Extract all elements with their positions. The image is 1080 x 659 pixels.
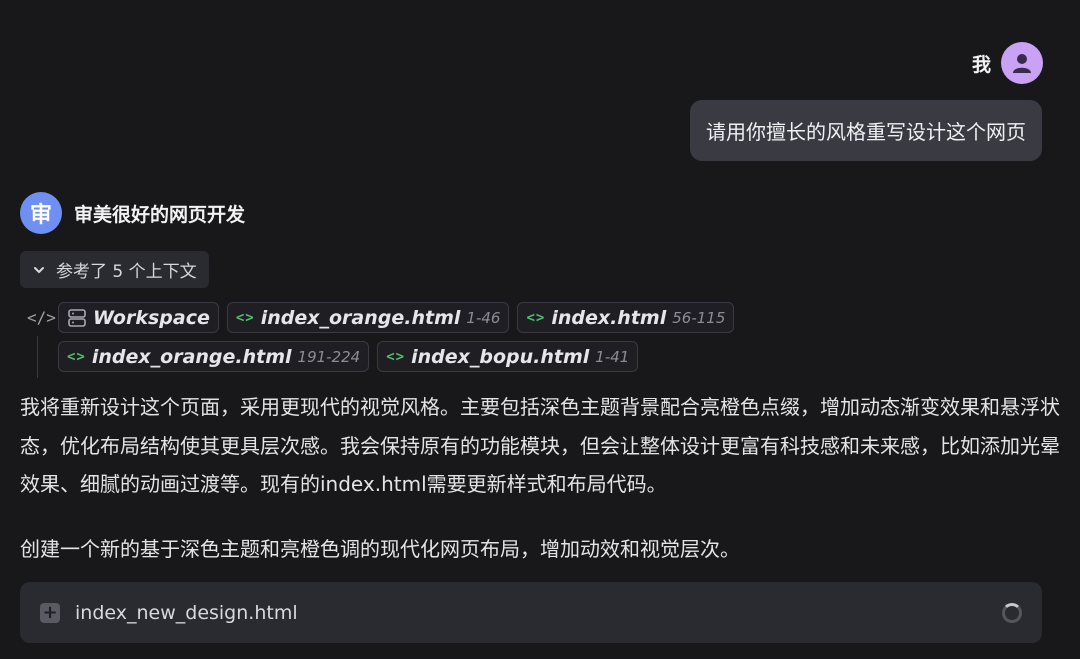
reference-chip[interactable]: <> index_bopu.html 1-41 — [377, 341, 639, 372]
reference-name: index_bopu.html — [411, 345, 590, 368]
reference-chip[interactable]: <> index_orange.html 1-46 — [226, 302, 510, 333]
code-icon: <> — [526, 309, 546, 326]
reference-divider — [37, 336, 38, 378]
loading-spinner-icon — [1002, 602, 1022, 623]
reference-range: 1-41 — [595, 347, 630, 366]
assistant-paragraph: 创建一个新的基于深色主题和亮橙色调的现代化网页布局，增加动效和视觉层次。 — [20, 537, 740, 561]
reference-range: 1-46 — [466, 308, 501, 327]
person-icon — [1013, 54, 1031, 73]
reference-name: index_orange.html — [260, 306, 461, 329]
file-card[interactable]: + index_new_design.html — [20, 582, 1042, 643]
context-toggle-label: 参考了 5 个上下文 — [56, 262, 197, 282]
file-name: index_new_design.html — [75, 601, 298, 624]
reference-name: Workspace — [93, 306, 210, 329]
reference-range: 56-115 — [672, 308, 726, 327]
context-toggle-button[interactable]: 参考了 5 个上下文 — [20, 251, 209, 288]
assistant-header: 审 审美很好的网页开发 — [20, 192, 245, 234]
reference-name: index_orange.html — [91, 345, 292, 368]
chevron-down-icon — [34, 266, 44, 273]
user-message-bubble: 请用你擅长的风格重写设计这个网页 — [690, 100, 1042, 161]
plus-icon: + — [40, 602, 60, 623]
assistant-paragraph: 我将重新设计这个页面，采用更现代的视觉风格。主要包括深色主题背景配合亮橙色点缀，… — [20, 395, 1060, 496]
reference-chip-workspace[interactable]: Workspace — [58, 302, 219, 333]
user-message-text: 请用你擅长的风格重写设计这个网页 — [706, 120, 1026, 144]
code-icon: <> — [67, 348, 86, 365]
user-name: 我 — [971, 53, 991, 76]
reference-name: index.html — [551, 306, 667, 329]
code-icon: <> — [386, 348, 406, 365]
user-avatar[interactable] — [1001, 42, 1043, 84]
assistant-name: 审美很好的网页开发 — [74, 203, 246, 226]
reference-range: 191-224 — [297, 347, 361, 366]
user-header: 我 — [972, 42, 1043, 84]
server-icon — [68, 308, 86, 327]
reference-chip[interactable]: <> index.html 56-115 — [517, 302, 735, 333]
code-icon: <> — [235, 309, 255, 326]
reference-chip[interactable]: <> index_orange.html 191-224 — [58, 341, 370, 372]
assistant-avatar: 审 — [20, 192, 62, 234]
code-brackets-icon: </> — [27, 308, 56, 327]
